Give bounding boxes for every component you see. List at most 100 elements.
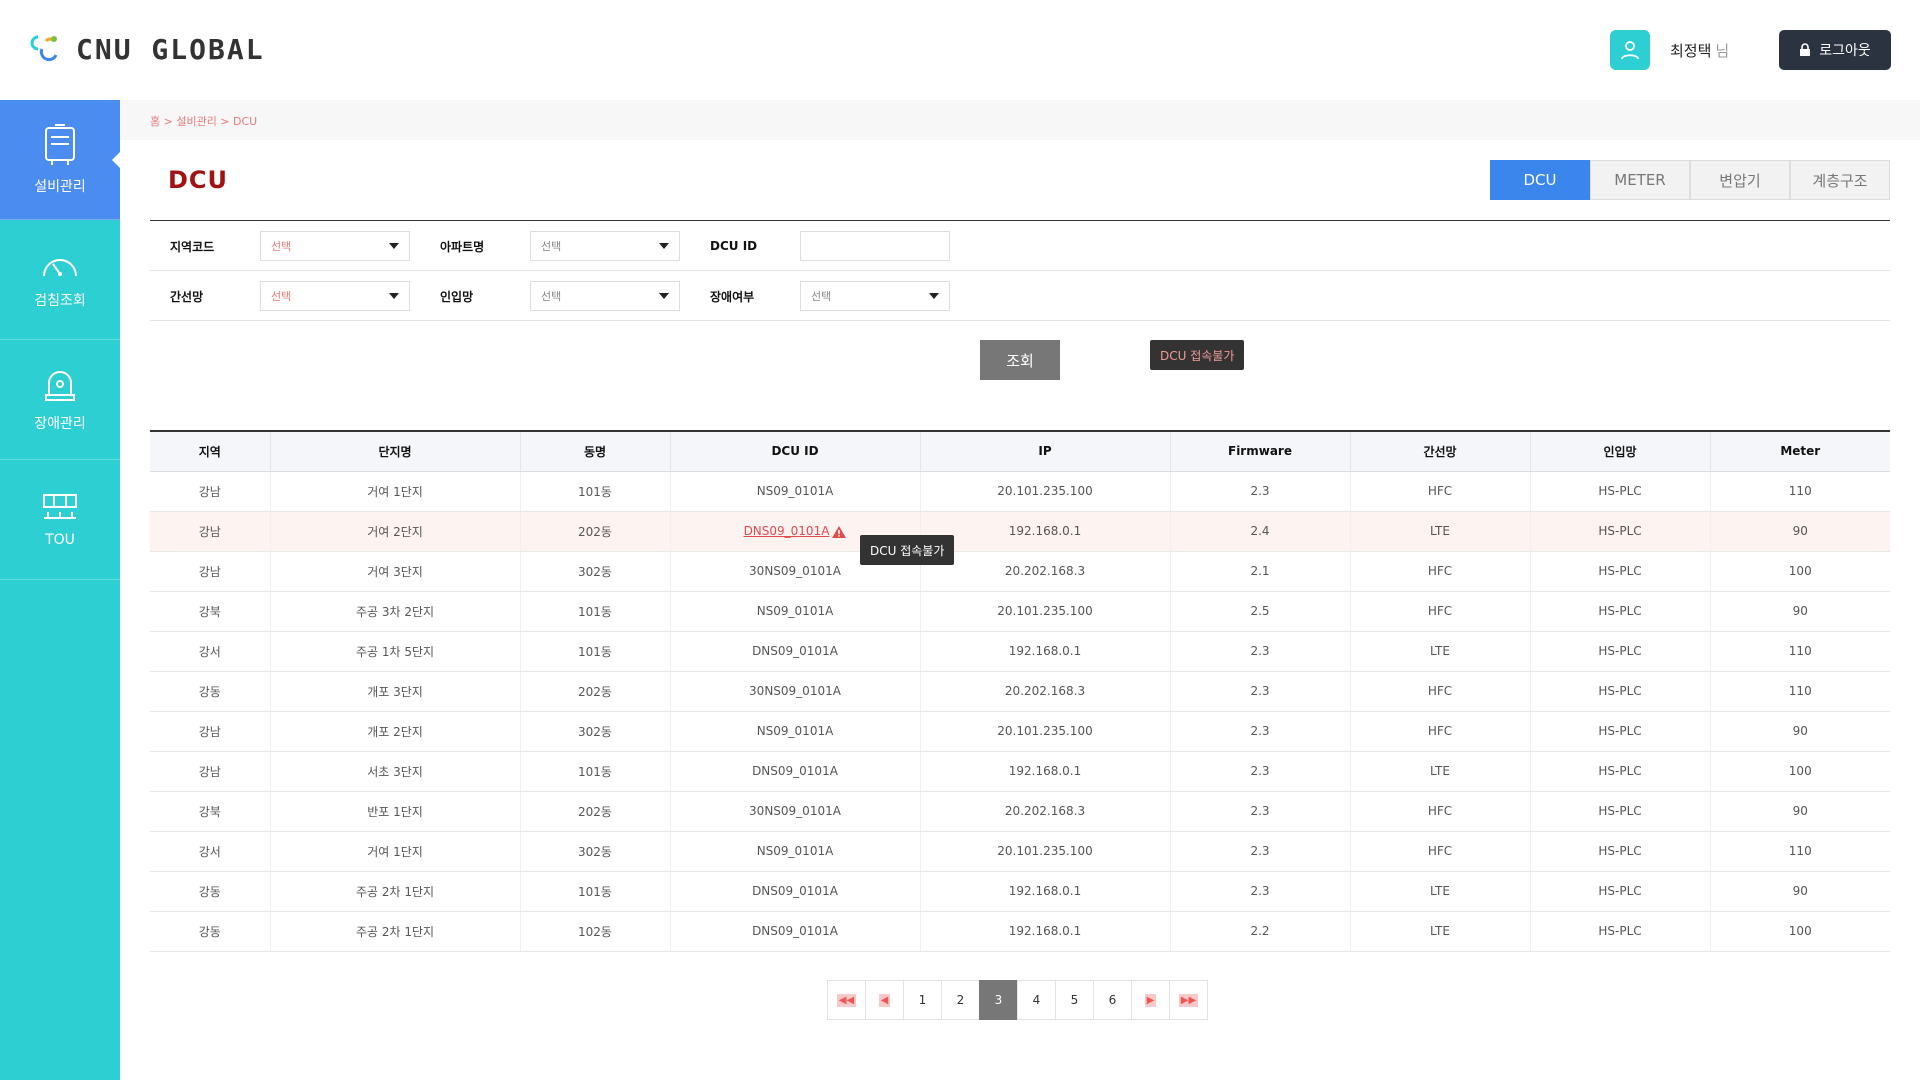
dcu-id-input[interactable] (800, 231, 950, 261)
table-cell: HS-PLC (1529, 511, 1710, 552)
table-cell: DNS09_0101A (669, 631, 920, 672)
table-cell: 110 (1709, 671, 1890, 712)
column-header[interactable]: 간선망 (1349, 430, 1530, 472)
table-cell: 192.168.0.1 (919, 511, 1170, 552)
table-row[interactable]: 강서 거여 1단지 302동 NS09_0101A 20.101.235.100 2.3 H… (150, 831, 1890, 872)
table-cell: HS-PLC (1529, 911, 1710, 952)
table-cell: HFC (1349, 671, 1530, 712)
sidebar-item-fault[interactable]: 장애관리 (0, 340, 120, 460)
grid-table-icon (43, 493, 77, 519)
table-cell: 2.3 (1169, 751, 1350, 792)
warning-icon[interactable] (832, 525, 847, 538)
table-cell: 90 (1709, 791, 1890, 832)
dcu-id-error-text[interactable]: DNS09_0101A (744, 524, 830, 538)
table-row[interactable]: 강동 주공 2차 1단지 102동 DNS09_0101A 192.168.0.1 2.2… (150, 911, 1890, 952)
table-cell: 202동 (519, 671, 670, 712)
logo[interactable]: CNU GLOBAL (30, 31, 265, 67)
tab-meter[interactable]: METER (1590, 160, 1690, 200)
first-page-button[interactable]: ◀◀ (827, 980, 866, 1020)
table-row[interactable]: 강남 거여 1단지 101동 NS09_0101A 20.101.235.100 2.3 H… (150, 471, 1890, 512)
table-cell: 주공 1차 5단지 (269, 631, 520, 672)
table-cell: 302동 (519, 551, 670, 592)
table-cell: 2.3 (1169, 471, 1350, 512)
logo-mark-icon (30, 35, 58, 62)
last-page-button[interactable]: ▶▶ (1169, 980, 1208, 1020)
table-row[interactable]: 강남 거여 2단지 202동 DNS09_0101A 192.168.0.1 2.4 LTE… (150, 511, 1890, 552)
next-page-icon: ▶ (1144, 993, 1157, 1007)
header: CNU GLOBAL 최정택 님 로그아웃 (0, 0, 1920, 100)
column-header[interactable]: Firmware (1169, 430, 1350, 472)
dcu-offline-tooltip: DCU 접속불가 (1150, 340, 1245, 370)
table-cell: HS-PLC (1529, 631, 1710, 672)
next-page-button[interactable]: ▶ (1131, 980, 1170, 1020)
tab-transformer[interactable]: 변압기 (1690, 160, 1790, 200)
table-row[interactable]: 강북 반포 1단지 202동 30NS09_0101A 20.202.168.3 2.3 H… (150, 791, 1890, 832)
prev-page-icon: ◀ (878, 993, 891, 1007)
column-header[interactable]: 단지명 (269, 430, 520, 472)
page-4[interactable]: 4 (1017, 980, 1056, 1020)
column-header[interactable]: 동명 (519, 430, 670, 472)
trunk-network-select[interactable]: 선택 (260, 281, 410, 311)
page-2[interactable]: 2 (941, 980, 980, 1020)
breadcrumb[interactable]: 홈 > 설비관리 > DCU (150, 113, 257, 129)
prev-page-button[interactable]: ◀ (865, 980, 904, 1020)
page-6[interactable]: 6 (1093, 980, 1132, 1020)
table-cell: 101동 (519, 631, 670, 672)
tab-bar: DCU METER 변압기 계층구조 (1490, 160, 1890, 200)
table-row[interactable]: 강남 서초 3단지 101동 DNS09_0101A 192.168.0.1 2.3 LTE… (150, 751, 1890, 792)
logout-button[interactable]: 로그아웃 (1779, 30, 1891, 70)
page-1[interactable]: 1 (903, 980, 942, 1020)
table-cell: 강남 (150, 551, 270, 592)
search-button[interactable]: 조회 (980, 340, 1060, 380)
tab-dcu[interactable]: DCU (1490, 160, 1590, 200)
column-header[interactable]: 지역 (150, 430, 270, 472)
table-cell: 100 (1709, 911, 1890, 952)
dcu-table: 지역 단지명 동명 DCU ID IP Firmware 간선망 인입망 Met… (150, 430, 1890, 952)
column-header[interactable]: 인입망 (1529, 430, 1710, 472)
page-5[interactable]: 5 (1055, 980, 1094, 1020)
table-cell: 90 (1709, 711, 1890, 752)
table-cell: LTE (1349, 631, 1530, 672)
fault-status-select[interactable]: 선택 (800, 281, 950, 311)
user-avatar[interactable] (1610, 30, 1650, 70)
table-row[interactable]: 강북 주공 3차 2단지 101동 NS09_0101A 20.101.235.100 2… (150, 591, 1890, 632)
lead-in-network-select[interactable]: 선택 (530, 281, 680, 311)
apartment-select[interactable]: 선택 (530, 231, 680, 261)
sidebar-item-tou[interactable]: TOU (0, 460, 120, 580)
sidebar: 설비관리 검침조회 장애관리 TOU (0, 100, 120, 1080)
row-warning-tooltip: DCU 접속불가 (860, 535, 955, 565)
sidebar-item-equipment[interactable]: 설비관리 (0, 100, 120, 220)
table-row[interactable]: 강남 개포 2단지 302동 NS09_0101A 20.101.235.100 2.3 H… (150, 711, 1890, 752)
table-cell: 강북 (150, 591, 270, 632)
sidebar-item-reading[interactable]: 검침조회 (0, 220, 120, 340)
table-cell: 20.202.168.3 (919, 791, 1170, 832)
table-cell: 2.3 (1169, 671, 1350, 712)
table-cell: DNS09_0101A (669, 871, 920, 912)
table-cell: 강동 (150, 871, 270, 912)
table-cell: 192.168.0.1 (919, 751, 1170, 792)
apartment-value: 선택 (541, 240, 562, 253)
table-row[interactable]: 강동 개포 3단지 202동 30NS09_0101A 20.202.168.3 2.3 H… (150, 671, 1890, 712)
table-cell: LTE (1349, 911, 1530, 952)
table-row[interactable]: 강동 주공 2차 1단지 101동 DNS09_0101A 192.168.0.1 2.3… (150, 871, 1890, 912)
table-row[interactable]: 강남 거여 3단지 302동 30NS09_0101A 20.202.168.3 2.1 H… (150, 551, 1890, 592)
tab-hierarchy[interactable]: 계층구조 (1790, 160, 1890, 200)
table-cell: 강남 (150, 471, 270, 512)
region-code-select[interactable]: 선택 (260, 231, 410, 261)
table-cell: 거여 1단지 (269, 831, 520, 872)
lock-icon (1800, 43, 1811, 56)
column-header[interactable]: DCU ID (669, 430, 920, 472)
table-cell: 강서 (150, 831, 270, 872)
page-3-current[interactable]: 3 (979, 980, 1018, 1020)
table-cell: 202동 (519, 791, 670, 832)
table-row[interactable]: 강서 주공 1차 5단지 101동 DNS09_0101A 192.168.0.1 2.3… (150, 631, 1890, 672)
table-cell: 90 (1709, 591, 1890, 632)
table-cell: 개포 3단지 (269, 671, 520, 712)
table-cell: 101동 (519, 471, 670, 512)
table-cell: HFC (1349, 591, 1530, 632)
table-cell: 30NS09_0101A (669, 671, 920, 712)
column-header[interactable]: IP (919, 430, 1170, 472)
sidebar-item-label: 설비관리 (34, 178, 86, 195)
column-header[interactable]: Meter (1709, 430, 1890, 472)
table-cell: 2.5 (1169, 591, 1350, 632)
